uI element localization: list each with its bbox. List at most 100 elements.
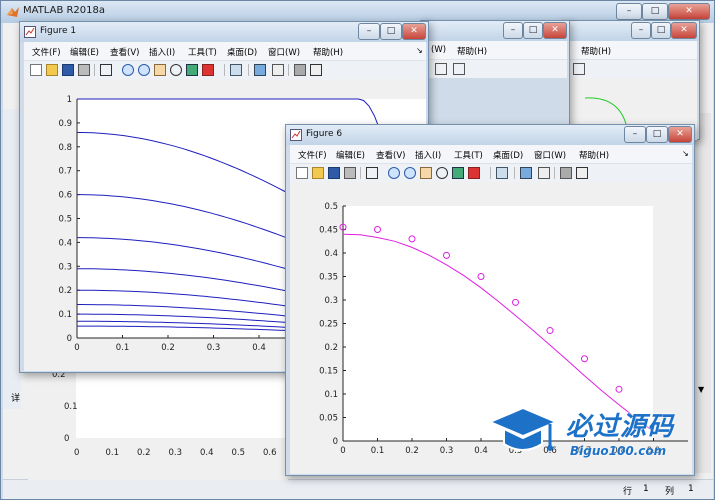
menu-item[interactable]: 帮助(H) [579, 149, 609, 161]
y-tick-label: 1 [67, 95, 72, 105]
menu-item[interactable]: 窗口(W) [268, 46, 300, 58]
bg-y-tick-label: 0.1 [64, 402, 78, 412]
minimize-button[interactable]: – [624, 126, 646, 143]
maximize-button[interactable]: □ [523, 22, 543, 39]
y-tick-label: 0.35 [319, 273, 338, 283]
pan-hand-icon[interactable] [154, 64, 166, 76]
menu-item[interactable]: 插入(I) [149, 46, 175, 58]
colorbar-icon[interactable] [520, 167, 532, 179]
left-panel-label: 详 [11, 394, 21, 404]
new-file-icon[interactable] [30, 64, 42, 76]
menu-item[interactable]: 桌面(D) [493, 149, 523, 161]
x-tick-label: 0.1 [116, 343, 130, 353]
figure-window-bg-2[interactable]: – □ ✕ (W) 帮助(H) [420, 20, 570, 130]
figure-title: Figure 1 [40, 26, 77, 36]
toolbar-separator [514, 167, 515, 179]
data-cursor-icon[interactable] [452, 167, 464, 179]
figure-title-bar: Figure 6 – □ ✕ [286, 125, 694, 145]
new-file-icon[interactable] [296, 167, 308, 179]
open-folder-icon[interactable] [312, 167, 324, 179]
menu-item[interactable]: 桌面(D) [227, 46, 257, 58]
figure-icon [290, 129, 302, 141]
y-tick-label: 0.5 [324, 202, 338, 212]
y-tick-label: 0.1 [324, 390, 338, 400]
print-icon[interactable] [78, 64, 90, 76]
menu-item[interactable]: 工具(T) [454, 149, 483, 161]
x-tick-label: 0 [340, 446, 345, 456]
menu-help[interactable]: 帮助(H) [581, 45, 611, 57]
col-value: 1 [688, 484, 694, 494]
menu-item[interactable]: 文件(F) [32, 46, 61, 58]
dock-icon[interactable] [453, 63, 465, 75]
maximize-button[interactable]: □ [380, 23, 402, 40]
show-plot-tools-icon[interactable] [310, 64, 322, 76]
close-button[interactable]: ✕ [671, 22, 697, 39]
toolbar-separator [248, 64, 249, 76]
hide-plot-tools-icon[interactable] [294, 64, 306, 76]
minimize-button[interactable]: – [503, 22, 523, 39]
bg-x-tick-label: 0.1 [105, 448, 120, 458]
hide-plot-tools-icon[interactable] [560, 167, 572, 179]
zoom-out-icon[interactable] [138, 64, 150, 76]
brush-icon[interactable] [468, 167, 480, 179]
link-plot-icon[interactable] [230, 64, 242, 76]
zoom-in-icon[interactable] [122, 64, 134, 76]
close-button[interactable]: ✕ [402, 23, 426, 40]
scroll-down-icon[interactable]: ▼ [698, 385, 704, 394]
maximize-button[interactable]: □ [651, 22, 671, 39]
close-button[interactable]: ✕ [668, 126, 692, 143]
close-button[interactable]: ✕ [543, 22, 567, 39]
figure-toolbar [290, 163, 692, 182]
data-point-marker [408, 235, 416, 243]
bg-x-tick-label: 0.5 [231, 448, 246, 458]
menu-item[interactable]: 工具(T) [188, 46, 217, 58]
minimize-button[interactable]: – [616, 3, 642, 20]
plot-tools-icon[interactable] [573, 63, 585, 75]
bg-x-tick-label: 0 [74, 448, 80, 458]
maximize-button[interactable]: □ [646, 126, 668, 143]
select-arrow-icon[interactable] [366, 167, 378, 179]
menu-item[interactable]: 窗口(W) [534, 149, 566, 161]
plot-tools-icon[interactable] [435, 63, 447, 75]
watermark: 必过源码 Biguo100.com [488, 400, 698, 470]
menu-dock-arrow-icon[interactable]: ↘ [682, 149, 689, 158]
save-icon[interactable] [62, 64, 74, 76]
watermark-text-en: Biguo100.com [570, 444, 667, 458]
figure-window-bg-3[interactable]: – □ ✕ 帮助(H) [560, 20, 700, 140]
minimize-button[interactable]: – [631, 22, 651, 39]
open-folder-icon[interactable] [46, 64, 58, 76]
rotate-3d-icon[interactable] [436, 167, 448, 179]
menu-item[interactable]: 文件(F) [298, 149, 327, 161]
menu-item[interactable]: 帮助(H) [313, 46, 343, 58]
zoom-in-icon[interactable] [388, 167, 400, 179]
close-button[interactable]: ✕ [668, 3, 710, 20]
brush-icon[interactable] [202, 64, 214, 76]
legend-icon[interactable] [538, 167, 550, 179]
zoom-out-icon[interactable] [404, 167, 416, 179]
legend-icon[interactable] [272, 64, 284, 76]
x-tick-label: 0.1 [371, 446, 385, 456]
menu-item[interactable]: 查看(V) [110, 46, 139, 58]
menu-window[interactable]: (W) [431, 45, 446, 55]
rotate-3d-icon[interactable] [170, 64, 182, 76]
menu-dock-arrow-icon[interactable]: ↘ [416, 46, 423, 55]
menu-help[interactable]: 帮助(H) [457, 45, 487, 57]
pan-hand-icon[interactable] [420, 167, 432, 179]
menu-item[interactable]: 编辑(E) [336, 149, 365, 161]
colorbar-icon[interactable] [254, 64, 266, 76]
data-cursor-icon[interactable] [186, 64, 198, 76]
menu-item[interactable]: 编辑(E) [70, 46, 99, 58]
menu-item[interactable]: 插入(I) [415, 149, 441, 161]
menu-item[interactable]: 查看(V) [376, 149, 405, 161]
data-point-marker [546, 327, 554, 335]
select-arrow-icon[interactable] [100, 64, 112, 76]
bg-x-tick-label: 0.3 [168, 448, 183, 458]
minimize-button[interactable]: – [358, 23, 380, 40]
print-icon[interactable] [344, 167, 356, 179]
maximize-button[interactable]: □ [642, 3, 668, 20]
y-tick-label: 0.6 [58, 191, 72, 201]
save-icon[interactable] [328, 167, 340, 179]
show-plot-tools-icon[interactable] [576, 167, 588, 179]
link-plot-icon[interactable] [496, 167, 508, 179]
toolbar-separator [288, 64, 289, 76]
